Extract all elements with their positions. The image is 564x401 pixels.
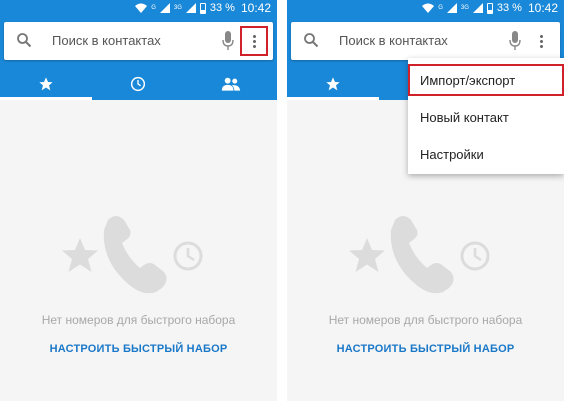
battery-level: 33 % — [496, 2, 522, 14]
phone-icon — [103, 216, 167, 294]
more-vert-icon — [252, 34, 256, 48]
speed-dial-empty-illustration — [349, 216, 490, 294]
search-input[interactable]: Поиск в контактах — [52, 33, 161, 48]
phone-icon — [390, 216, 454, 294]
star-icon — [39, 77, 53, 91]
network-type: G — [151, 5, 156, 11]
people-icon — [221, 77, 240, 91]
star-icon — [349, 238, 385, 272]
contacts-screen-right: G 3G 33 % 10:42 Поиск в контактах Нет но… — [287, 0, 564, 401]
search-icon — [17, 33, 32, 48]
search-bar[interactable]: Поиск в контактах — [291, 22, 560, 60]
network-type-2: 3G — [460, 5, 469, 11]
wifi-icon — [422, 3, 435, 13]
clock-time: 10:42 — [527, 1, 558, 15]
microphone-icon[interactable] — [222, 31, 234, 51]
contacts-screen-left: G 3G 33 % 10:42 Поиск в контактах Нет но… — [0, 0, 277, 401]
setup-speed-dial-link[interactable]: НАСТРОИТЬ БЫСТРЫЙ НАБОР — [0, 343, 277, 355]
tab-favorites[interactable] — [0, 68, 93, 100]
menu-item-settings[interactable]: Настройки — [408, 138, 564, 170]
search-icon — [304, 33, 319, 48]
app-bar: G 3G 33 % 10:42 Поиск в контактах — [0, 0, 277, 100]
battery-level: 33 % — [209, 2, 235, 14]
signal-icon — [159, 3, 170, 13]
signal-icon-2 — [472, 3, 483, 13]
overflow-menu: Импорт/экспорт Новый контакт Настройки — [408, 58, 564, 174]
speed-dial-empty-illustration — [62, 216, 203, 294]
status-bar: G 3G 33 % 10:42 — [135, 0, 271, 16]
status-bar: G 3G 33 % 10:42 — [422, 0, 558, 16]
signal-icon-2 — [185, 3, 196, 13]
setup-speed-dial-link[interactable]: НАСТРОИТЬ БЫСТРЫЙ НАБОР — [287, 343, 564, 355]
more-options-button[interactable] — [240, 26, 268, 56]
tab-favorites[interactable] — [287, 68, 380, 100]
signal-icon — [446, 3, 457, 13]
more-options-button[interactable] — [527, 26, 555, 56]
search-input[interactable]: Поиск в контактах — [339, 33, 448, 48]
tab-contacts[interactable] — [185, 68, 277, 100]
clock-icon — [131, 76, 146, 92]
tab-recent[interactable] — [92, 68, 184, 100]
network-type: G — [438, 5, 443, 11]
empty-speed-dial-message: Нет номеров для быстрого набора — [41, 313, 236, 327]
tab-bar — [0, 68, 277, 100]
wifi-icon — [135, 3, 148, 13]
battery-icon — [199, 2, 206, 14]
clock-time: 10:42 — [240, 1, 271, 15]
empty-speed-dial-message: Нет номеров для быстрого набора — [328, 313, 523, 327]
battery-icon — [486, 2, 493, 14]
search-bar[interactable]: Поиск в контактах — [4, 22, 273, 60]
network-type-2: 3G — [173, 5, 182, 11]
more-vert-icon — [539, 34, 543, 48]
menu-item-new-contact[interactable]: Новый контакт — [408, 101, 564, 133]
star-icon — [62, 238, 98, 272]
menu-item-import-export[interactable]: Импорт/экспорт — [408, 64, 564, 96]
microphone-icon[interactable] — [509, 31, 521, 51]
star-icon — [326, 77, 340, 91]
